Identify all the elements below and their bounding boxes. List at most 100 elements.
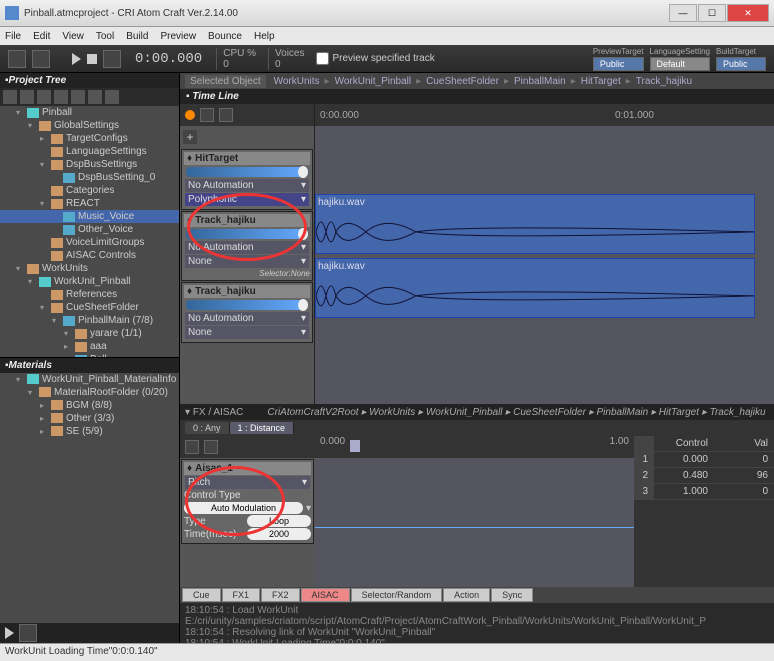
tree-item[interactable]: ▾yarare (1/1) — [0, 327, 179, 340]
track-2[interactable]: ♦Track_hajiku No Automation▾ None▾ — [181, 282, 313, 343]
menu-build[interactable]: Build — [126, 31, 148, 42]
tree-tool[interactable] — [37, 90, 51, 104]
tree-item[interactable]: ▾CueSheetFolder — [0, 301, 179, 314]
breadcrumb-item[interactable]: PinballMain — [514, 76, 566, 87]
menu-preview[interactable]: Preview — [160, 31, 196, 42]
tree-item[interactable]: Categories — [0, 184, 179, 197]
tree-item[interactable]: Music_Voice — [0, 210, 179, 223]
tab-selector[interactable]: Selector/Random — [351, 588, 443, 602]
tree-tool[interactable] — [20, 90, 34, 104]
menu-edit[interactable]: Edit — [33, 31, 50, 42]
track-tool[interactable] — [200, 108, 214, 122]
aisac-graph[interactable]: 0.000 1.00 — [315, 436, 634, 587]
tree-item[interactable]: ▸aaa — [0, 340, 179, 353]
tree-item[interactable]: VoiceLimitGroups — [0, 236, 179, 249]
loop-button[interactable] — [103, 50, 121, 68]
breadcrumb-item[interactable]: WorkUnit_Pinball — [335, 76, 412, 87]
lang-dropdown[interactable]: Default — [650, 57, 711, 71]
wave-clip-1[interactable]: hajiku.wav — [315, 194, 755, 254]
tab-action[interactable]: Action — [443, 588, 490, 602]
cue-volume-slider[interactable] — [186, 167, 308, 177]
tree-tool[interactable] — [3, 90, 17, 104]
play-button[interactable] — [72, 53, 81, 65]
table-row[interactable]: 10.0000 — [634, 452, 774, 468]
tab-cue[interactable]: Cue — [182, 588, 221, 602]
playhead-icon[interactable] — [350, 440, 360, 452]
cue-track[interactable]: ♦HitTarget No Automation▾ Polyphonic▾ — [181, 149, 313, 210]
tree-tool[interactable] — [88, 90, 102, 104]
preview-track-check[interactable]: Preview specified track — [316, 52, 434, 65]
time-ruler[interactable]: 0:00.000 0:01.000 — [315, 104, 774, 126]
track-volume-slider[interactable] — [186, 300, 308, 310]
add-track-button[interactable]: + — [183, 130, 197, 144]
build-target-dropdown[interactable]: Public — [716, 57, 766, 71]
tree-tool[interactable] — [105, 90, 119, 104]
aisac-param-dropdown[interactable]: Pitch▾ — [185, 476, 310, 489]
table-row[interactable]: 31.0000 — [634, 484, 774, 500]
tree-item[interactable]: ▾MaterialRootFolder (0/20) — [0, 386, 179, 399]
preview-track-checkbox[interactable] — [316, 52, 329, 65]
tree-item[interactable]: ▸BGM (8/8) — [0, 399, 179, 412]
material-play-button[interactable] — [5, 627, 14, 639]
aisac-tab-distance[interactable]: 1 : Distance — [230, 422, 295, 434]
preview-target-dropdown[interactable]: Public — [593, 57, 644, 71]
breadcrumb-item[interactable]: WorkUnits — [274, 76, 320, 87]
tab-aisac[interactable]: AISAC — [301, 588, 350, 602]
tab-sync[interactable]: Sync — [491, 588, 533, 602]
close-button[interactable]: ✕ — [727, 4, 769, 22]
toolbar-btn-1[interactable] — [8, 50, 26, 68]
track-selector-dropdown[interactable]: None▾ — [185, 326, 309, 339]
menu-file[interactable]: File — [5, 31, 21, 42]
tree-item[interactable]: ▸SE (5/9) — [0, 425, 179, 438]
type-select[interactable]: Loop — [247, 515, 311, 527]
tree-item[interactable]: ▾REACT — [0, 197, 179, 210]
aisac-tool[interactable] — [204, 440, 218, 454]
aisac-tool[interactable] — [185, 440, 199, 454]
project-tree[interactable]: ▾Pinball▾GlobalSettings▸TargetConfigsLan… — [0, 106, 179, 357]
aisac-block[interactable]: ♦Aisac_1 Pitch▾ Control Type Auto Modula… — [181, 459, 314, 544]
tree-item[interactable]: AISAC Controls — [0, 249, 179, 262]
aisac-tab-any[interactable]: 0 : Any — [185, 422, 230, 434]
track-1[interactable]: ♦Track_hajiku No Automation▾ None▾ Selec… — [181, 211, 313, 281]
breadcrumb-item[interactable]: HitTarget — [581, 76, 621, 87]
time-input[interactable]: 2000 — [247, 528, 311, 540]
cue-automation-dropdown[interactable]: No Automation▾ — [185, 179, 309, 192]
menu-view[interactable]: View — [62, 31, 84, 42]
menu-tool[interactable]: Tool — [96, 31, 114, 42]
control-type-select[interactable]: Auto Modulation — [184, 502, 303, 514]
track-selector-dropdown[interactable]: None▾ — [185, 255, 309, 268]
tree-tool[interactable] — [71, 90, 85, 104]
materials-tree[interactable]: ▾WorkUnit_Pinball_MaterialInfo▾MaterialR… — [0, 373, 179, 624]
tree-item[interactable]: ▸Other (3/3) — [0, 412, 179, 425]
tree-item[interactable]: LanguageSettings — [0, 145, 179, 158]
tab-fx1[interactable]: FX1 — [222, 588, 261, 602]
tree-item[interactable]: ▾WorkUnit_Pinball_MaterialInfo — [0, 373, 179, 386]
material-control[interactable] — [19, 624, 37, 642]
breadcrumb-item[interactable]: CueSheetFolder — [426, 76, 499, 87]
table-row[interactable]: 20.48096 — [634, 468, 774, 484]
stop-button[interactable] — [87, 54, 97, 64]
tree-item[interactable]: References — [0, 288, 179, 301]
tree-item[interactable]: DspBusSetting_0 — [0, 171, 179, 184]
cue-mode-dropdown[interactable]: Polyphonic▾ — [185, 193, 309, 206]
maximize-button[interactable]: ☐ — [698, 4, 726, 22]
tree-item[interactable]: ▾DspBusSettings — [0, 158, 179, 171]
tab-fx2[interactable]: FX2 — [261, 588, 300, 602]
track-automation-dropdown[interactable]: No Automation▾ — [185, 241, 309, 254]
track-volume-slider[interactable] — [186, 229, 308, 239]
track-tool[interactable] — [219, 108, 233, 122]
tree-item[interactable]: ▾GlobalSettings — [0, 119, 179, 132]
tree-item[interactable]: ▾WorkUnit_Pinball — [0, 275, 179, 288]
tree-item[interactable]: ▾PinballMain (7/8) — [0, 314, 179, 327]
tree-item[interactable]: ▾Pinball — [0, 106, 179, 119]
tree-item[interactable]: ▸TargetConfigs — [0, 132, 179, 145]
wave-clip-2[interactable]: hajiku.wav — [315, 258, 755, 318]
minimize-button[interactable]: — — [669, 4, 697, 22]
menu-bounce[interactable]: Bounce — [208, 31, 242, 42]
tree-tool[interactable] — [54, 90, 68, 104]
tree-item[interactable]: ▾WorkUnits — [0, 262, 179, 275]
toolbar-btn-2[interactable] — [32, 50, 50, 68]
track-automation-dropdown[interactable]: No Automation▾ — [185, 312, 309, 325]
tree-item[interactable]: Other_Voice — [0, 223, 179, 236]
menu-help[interactable]: Help — [254, 31, 275, 42]
